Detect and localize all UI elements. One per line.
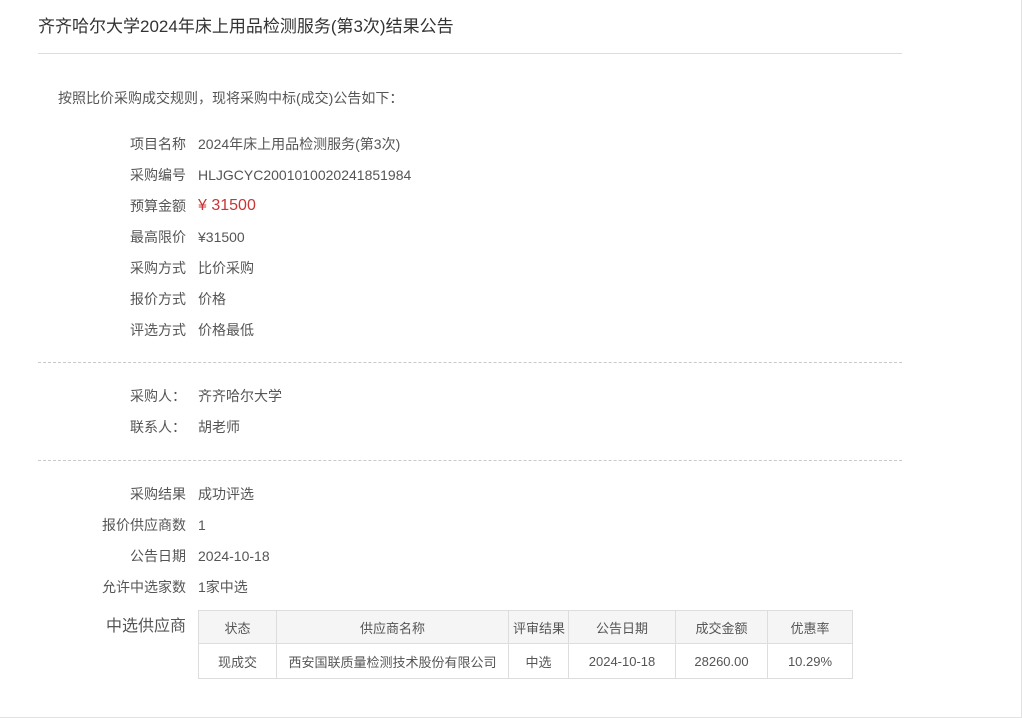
contact-person-row: 联系人： 胡老师 bbox=[38, 411, 902, 442]
procurement-number-row: 采购编号 HLJGCYC2001010020241851984 bbox=[38, 159, 902, 190]
contact-person-label: 联系人： bbox=[38, 417, 186, 437]
supplier-count-value: 1 bbox=[198, 517, 206, 533]
quote-method-row: 报价方式 价格 bbox=[38, 283, 902, 314]
quote-method-label: 报价方式 bbox=[38, 289, 186, 309]
col-discount-rate: 优惠率 bbox=[768, 611, 853, 644]
winner-supplier-label: 中选供应商 bbox=[38, 610, 186, 644]
procurement-number-label: 采购编号 bbox=[38, 165, 186, 185]
max-price-value: ¥31500 bbox=[198, 229, 245, 245]
cell-status: 现成交 bbox=[199, 644, 277, 679]
project-name-value: 2024年床上用品检测服务(第3次) bbox=[198, 134, 400, 154]
col-review-result: 评审结果 bbox=[509, 611, 569, 644]
announcement-content: 齐齐哈尔大学2024年床上用品检测服务(第3次)结果公告 按照比价采购成交规则，… bbox=[38, 0, 902, 679]
announce-date-row: 公告日期 2024-10-18 bbox=[38, 540, 902, 571]
title-divider bbox=[38, 53, 902, 54]
purchaser-section: 采购人： 齐齐哈尔大学 联系人： 胡老师 bbox=[38, 380, 902, 442]
announce-date-value: 2024-10-18 bbox=[198, 548, 270, 564]
procurement-result-row: 采购结果 成功评选 bbox=[38, 478, 902, 509]
max-price-row: 最高限价 ¥31500 bbox=[38, 221, 902, 252]
project-name-row: 项目名称 2024年床上用品检测服务(第3次) bbox=[38, 128, 902, 159]
procurement-number-value: HLJGCYC2001010020241851984 bbox=[198, 167, 411, 183]
procurement-result-value: 成功评选 bbox=[198, 484, 254, 504]
page-viewport: 齐齐哈尔大学2024年床上用品检测服务(第3次)结果公告 按照比价采购成交规则，… bbox=[0, 0, 1022, 718]
cell-discount-rate: 10.29% bbox=[768, 644, 853, 679]
winner-supplier-table: 状态 供应商名称 评审结果 公告日期 成交金额 优惠率 现成交 西安国联质量检测… bbox=[198, 610, 853, 679]
cell-review-result: 中选 bbox=[509, 644, 569, 679]
procurement-method-label: 采购方式 bbox=[38, 258, 186, 278]
cell-announce-date: 2024-10-18 bbox=[569, 644, 676, 679]
max-price-label: 最高限价 bbox=[38, 227, 186, 247]
purchaser-label: 采购人： bbox=[38, 386, 186, 406]
section-divider-dashed bbox=[38, 460, 902, 461]
evaluation-method-value: 价格最低 bbox=[198, 320, 254, 340]
winner-table-header-row: 状态 供应商名称 评审结果 公告日期 成交金额 优惠率 bbox=[199, 611, 853, 644]
evaluation-method-row: 评选方式 价格最低 bbox=[38, 314, 902, 345]
budget-amount-label: 预算金额 bbox=[38, 196, 186, 216]
procurement-method-row: 采购方式 比价采购 bbox=[38, 252, 902, 283]
cell-supplier-name: 西安国联质量检测技术股份有限公司 bbox=[277, 644, 509, 679]
purchaser-row: 采购人： 齐齐哈尔大学 bbox=[38, 380, 902, 411]
procurement-result-label: 采购结果 bbox=[38, 484, 186, 504]
section-divider-dashed bbox=[38, 362, 902, 363]
budget-amount-value: ¥ 31500 bbox=[198, 197, 256, 215]
budget-amount-row: 预算金额 ¥ 31500 bbox=[38, 190, 902, 221]
supplier-count-label: 报价供应商数 bbox=[38, 515, 186, 535]
evaluation-method-label: 评选方式 bbox=[38, 320, 186, 340]
cell-deal-amount: 28260.00 bbox=[676, 644, 768, 679]
supplier-count-row: 报价供应商数 1 bbox=[38, 509, 902, 540]
announce-date-label: 公告日期 bbox=[38, 546, 186, 566]
intro-text: 按照比价采购成交规则，现将采购中标(成交)公告如下： bbox=[38, 88, 902, 108]
result-section: 采购结果 成功评选 报价供应商数 1 公告日期 2024-10-18 允许中选家… bbox=[38, 478, 902, 602]
allowed-winner-count-value: 1家中选 bbox=[198, 577, 248, 597]
procurement-method-value: 比价采购 bbox=[198, 258, 254, 278]
contact-person-value: 胡老师 bbox=[198, 417, 240, 437]
purchaser-value: 齐齐哈尔大学 bbox=[198, 386, 282, 406]
page-title: 齐齐哈尔大学2024年床上用品检测服务(第3次)结果公告 bbox=[38, 17, 902, 37]
project-info-section: 项目名称 2024年床上用品检测服务(第3次) 采购编号 HLJGCYC2001… bbox=[38, 128, 902, 345]
col-deal-amount: 成交金额 bbox=[676, 611, 768, 644]
winner-table-data-row: 现成交 西安国联质量检测技术股份有限公司 中选 2024-10-18 28260… bbox=[199, 644, 853, 679]
col-status: 状态 bbox=[199, 611, 277, 644]
col-supplier-name: 供应商名称 bbox=[277, 611, 509, 644]
allowed-winner-count-label: 允许中选家数 bbox=[38, 577, 186, 597]
quote-method-value: 价格 bbox=[198, 289, 226, 309]
allowed-winner-count-row: 允许中选家数 1家中选 bbox=[38, 571, 902, 602]
project-name-label: 项目名称 bbox=[38, 134, 186, 154]
col-announce-date: 公告日期 bbox=[569, 611, 676, 644]
winner-supplier-section: 中选供应商 状态 供应商名称 评审结果 公告日期 成交金额 bbox=[38, 610, 902, 679]
